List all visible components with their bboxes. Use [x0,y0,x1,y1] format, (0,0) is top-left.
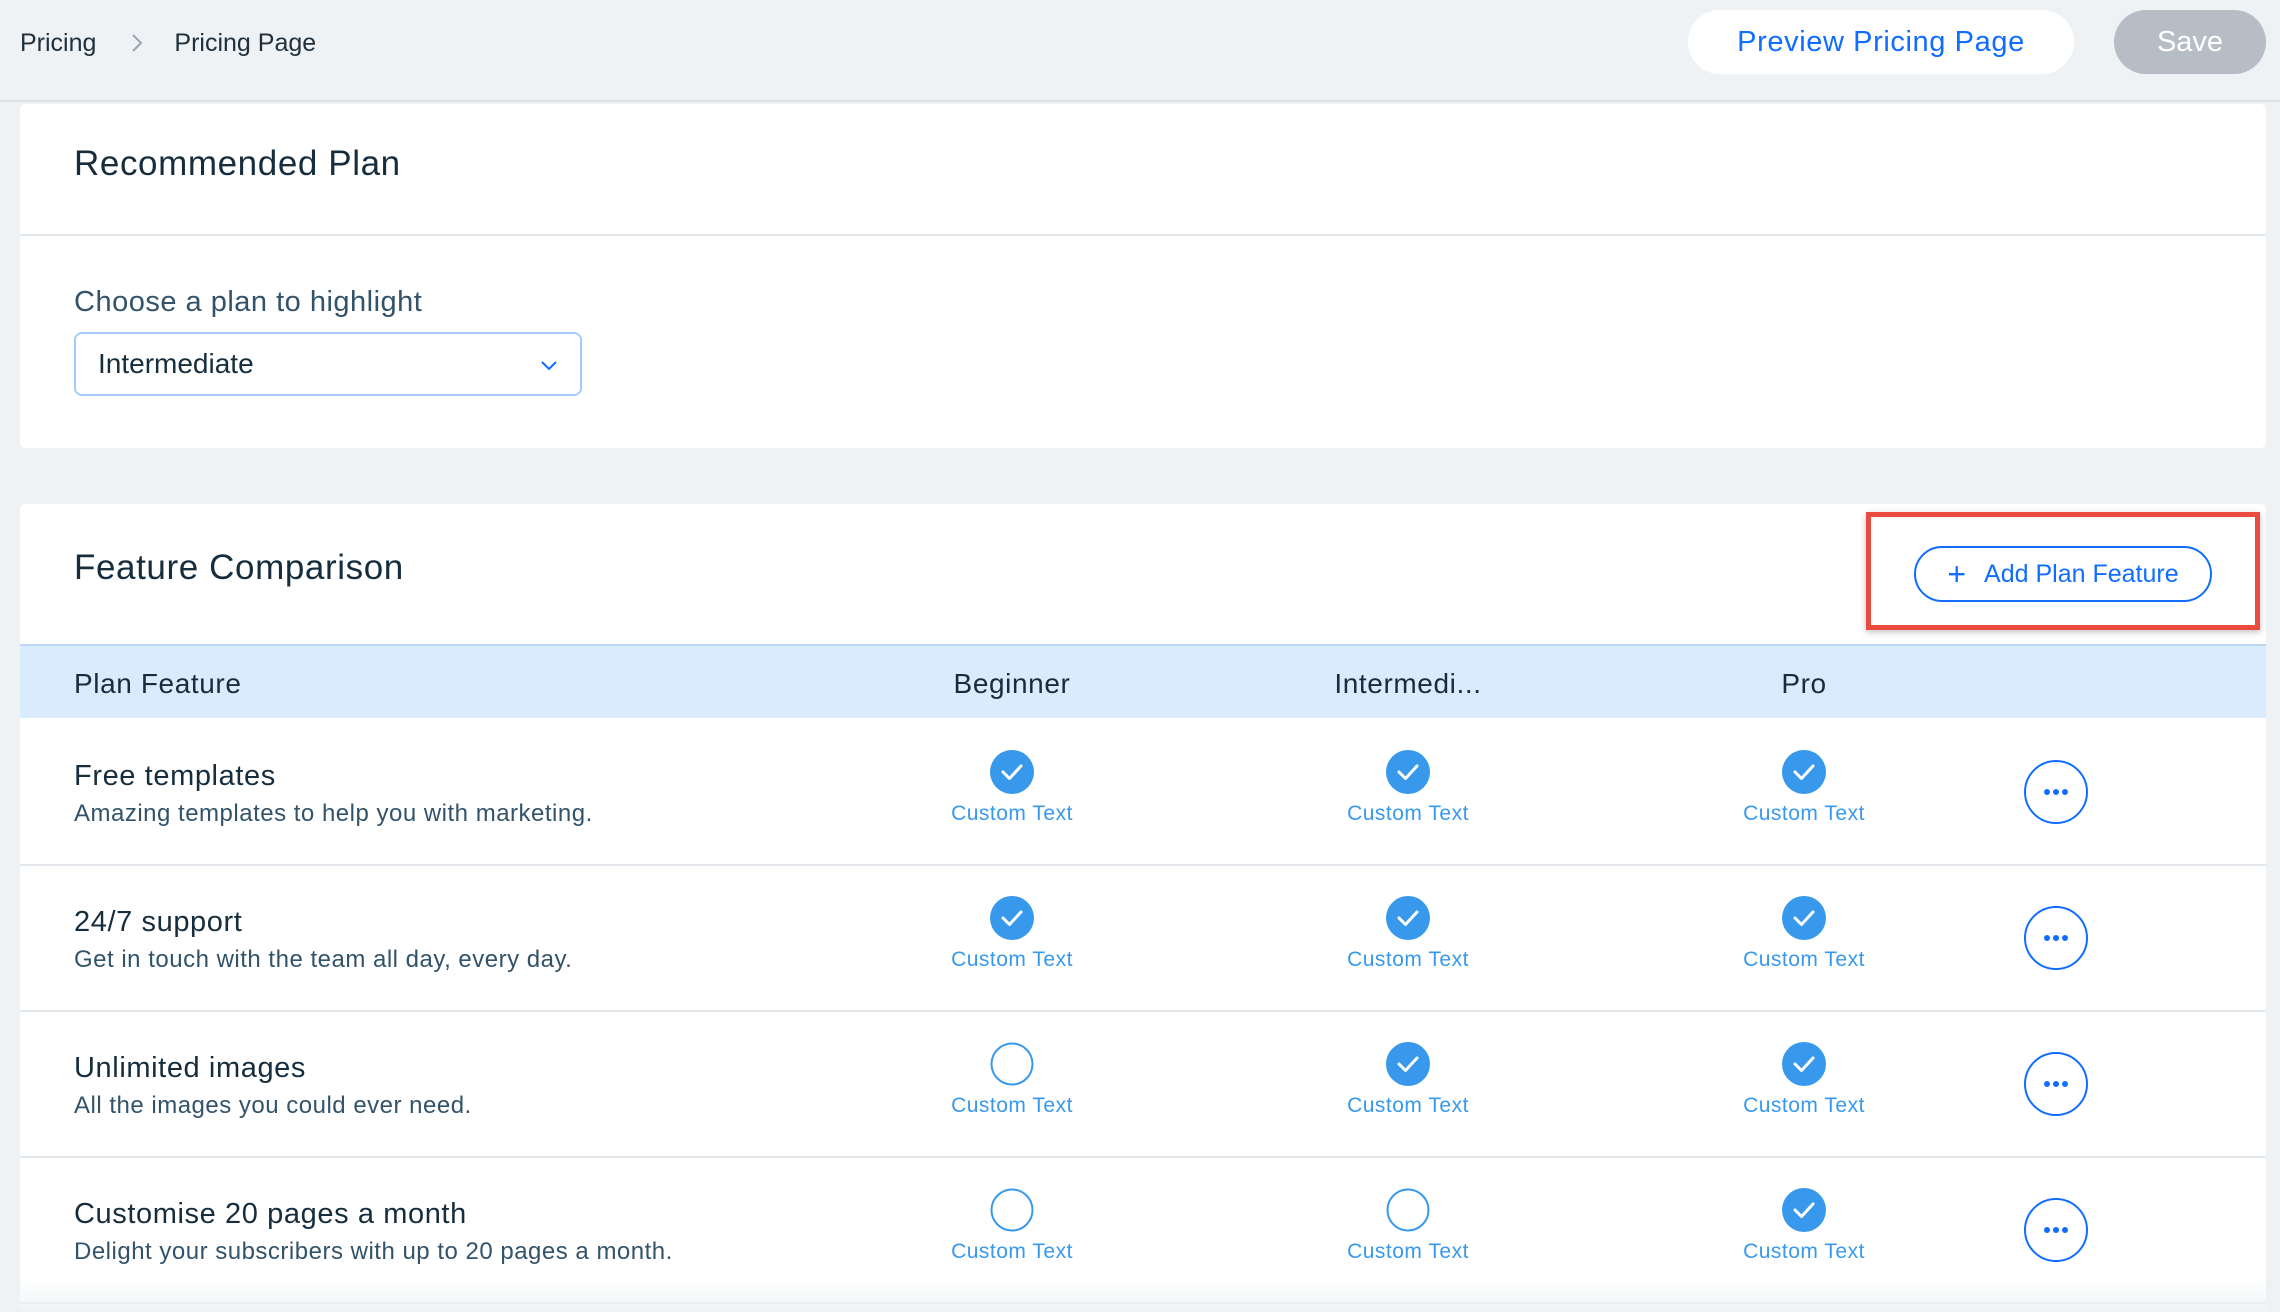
plan-cell: Custom Text [1308,896,1508,986]
plan-cell: Custom Text [1704,896,1904,986]
check-circle-filled-icon[interactable] [1782,896,1826,940]
feature-description: Delight your subscribers with up to 20 p… [74,1238,673,1265]
highlight-plan-dropdown[interactable]: Intermediate [74,332,582,396]
bottom-fade [0,1280,2280,1312]
plus-icon: + [1947,556,1967,592]
check-circle-filled-icon[interactable] [1782,1042,1826,1086]
custom-text-link[interactable]: Custom Text [1347,1240,1469,1264]
feature-comparison-title: Feature Comparison [74,548,404,587]
check-circle-filled-icon[interactable] [990,750,1034,794]
feature-name: 24/7 support [74,906,243,938]
plan-cell: Custom Text [1704,1188,1904,1278]
feature-name: Customise 20 pages a month [74,1198,467,1230]
save-button[interactable]: Save [2114,10,2266,74]
add-plan-feature-label: Add Plan Feature [1984,559,2179,588]
chevron-down-icon [541,361,557,371]
chevron-right-icon [132,34,143,52]
check-circle-filled-icon[interactable] [990,896,1034,940]
plan-cell: Custom Text [1308,750,1508,840]
custom-text-link[interactable]: Custom Text [951,1240,1073,1264]
feature-description: All the images you could ever need. [74,1092,472,1119]
table-header: Plan Feature Beginner Intermedi... Pro [20,644,2266,718]
table-row: Free templates Amazing templates to help … [20,720,2266,866]
plan-cell: Custom Text [912,896,1112,986]
custom-text-link[interactable]: Custom Text [1743,1240,1865,1264]
row-actions-button[interactable] [2024,906,2088,970]
custom-text-link[interactable]: Custom Text [1743,1094,1865,1118]
custom-text-link[interactable]: Custom Text [951,802,1073,826]
custom-text-link[interactable]: Custom Text [1347,802,1469,826]
check-circle-filled-icon[interactable] [1782,1188,1826,1232]
table-row: 24/7 support Get in touch with the team a… [20,866,2266,1012]
top-bar: Pricing Pricing Page Preview Pricing Pag… [0,0,2280,102]
table-row: Unlimited images All the images you could… [20,1012,2266,1158]
dropdown-selected-value: Intermediate [98,348,254,379]
row-actions-button[interactable] [2024,760,2088,824]
circle-outline-icon[interactable] [990,1042,1034,1086]
plan-cell: Custom Text [1308,1042,1508,1132]
check-circle-filled-icon[interactable] [1386,750,1430,794]
add-plan-feature-button[interactable]: + Add Plan Feature [1914,546,2212,602]
custom-text-link[interactable]: Custom Text [951,1094,1073,1118]
plan-cell: Custom Text [912,750,1112,840]
feature-comparison-card: Feature Comparison + Add Plan Feature Pl… [20,504,2266,1312]
breadcrumb-item-pricing[interactable]: Pricing [20,29,96,58]
more-horizontal-icon [2044,1081,2068,1087]
column-header-plan-feature: Plan Feature [74,668,242,699]
plan-cell: Custom Text [1308,1188,1508,1278]
row-actions-button[interactable] [2024,1198,2088,1262]
custom-text-link[interactable]: Custom Text [1743,802,1865,826]
column-header-beginner: Beginner [953,668,1071,699]
highlight-plan-label: Choose a plan to highlight [74,286,423,318]
divider [20,234,2266,236]
more-horizontal-icon [2044,789,2068,795]
feature-description: Amazing templates to help you with marke… [74,800,593,827]
check-circle-filled-icon[interactable] [1386,896,1430,940]
circle-outline-icon[interactable] [990,1188,1034,1232]
breadcrumb: Pricing Pricing Page [20,28,316,58]
custom-text-link[interactable]: Custom Text [1347,948,1469,972]
more-horizontal-icon [2044,1227,2068,1233]
check-circle-filled-icon[interactable] [1782,750,1826,794]
feature-description: Get in touch with the team all day, ever… [74,946,573,973]
custom-text-link[interactable]: Custom Text [1347,1094,1469,1118]
plan-cell: Custom Text [1704,1042,1904,1132]
row-actions-button[interactable] [2024,1052,2088,1116]
plan-cell: Custom Text [1704,750,1904,840]
preview-pricing-page-button[interactable]: Preview Pricing Page [1688,10,2074,74]
custom-text-link[interactable]: Custom Text [1743,948,1865,972]
plan-cell: Custom Text [912,1042,1112,1132]
feature-name: Free templates [74,760,276,792]
custom-text-link[interactable]: Custom Text [951,948,1073,972]
column-header-pro: Pro [1781,668,1827,699]
feature-name: Unlimited images [74,1052,307,1084]
circle-outline-icon[interactable] [1386,1188,1430,1232]
recommended-plan-card: Recommended Plan Choose a plan to highli… [20,104,2266,448]
plan-cell: Custom Text [912,1188,1112,1278]
breadcrumb-item-pricing-page: Pricing Page [174,28,317,57]
column-header-intermediate: Intermedi... [1334,668,1482,699]
check-circle-filled-icon[interactable] [1386,1042,1430,1086]
recommended-plan-title: Recommended Plan [74,144,401,183]
more-horizontal-icon [2044,935,2068,941]
